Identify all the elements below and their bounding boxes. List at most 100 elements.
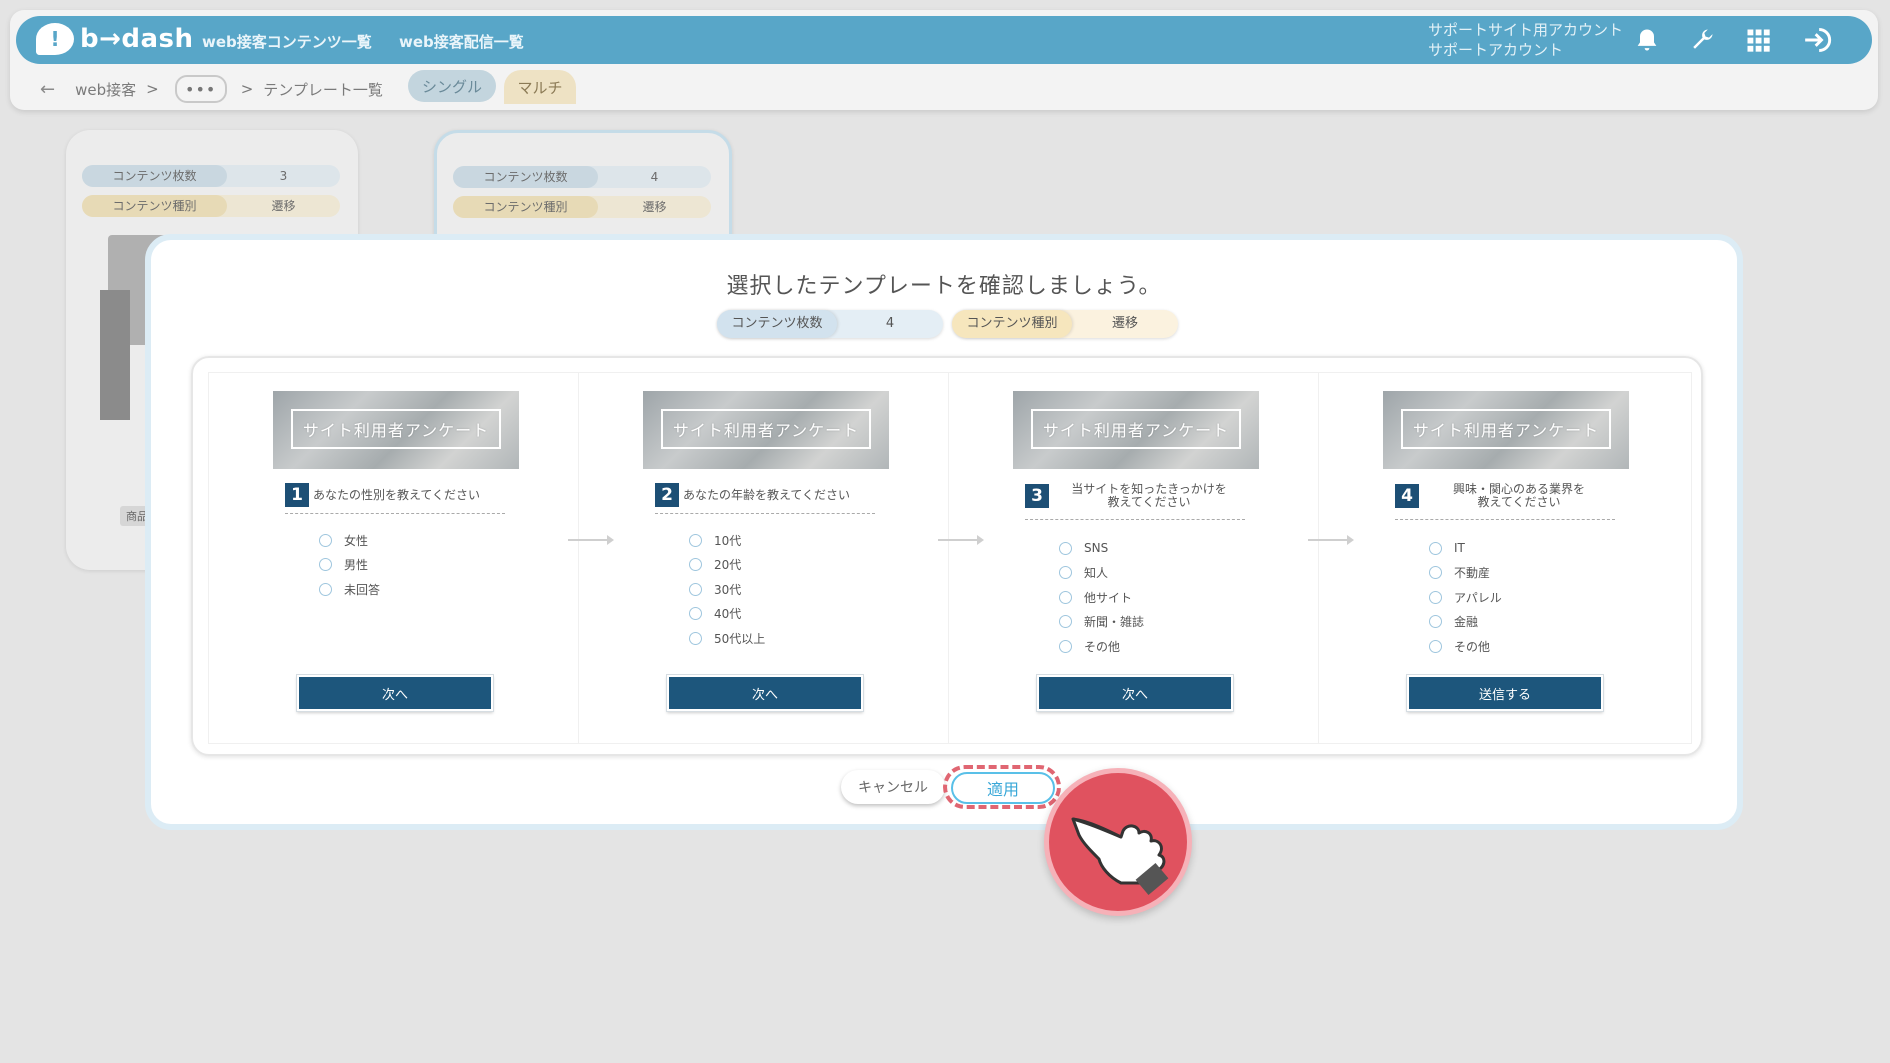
question-number: 1 [285,483,309,507]
radio-option[interactable]: 金融 [1429,610,1502,635]
grid-icon[interactable] [1744,26,1772,54]
account-line1: サポートサイト用アカウント [1428,21,1624,39]
card-type-row: コンテンツ種別 遷移 [453,196,711,218]
question-text-line2: 教えてください [1107,495,1191,509]
radio-option[interactable]: 不動産 [1429,561,1502,586]
preview-pages: サイト利用者アンケート 1 あなたの性別を教えてください 女性 男性 未回答 次… [208,372,1692,744]
question-text: あなたの性別を教えてください [313,487,481,502]
arrow-right-icon [568,535,614,545]
breadcrumb-separator: > [146,80,159,98]
option-label: その他 [1454,639,1491,654]
question-number: 3 [1025,484,1049,508]
arrow-right-icon [938,535,984,545]
radio-option[interactable]: IT [1429,536,1502,561]
preview-page-2: サイト利用者アンケート 2 あなたの年齢を教えてください 10代 20代 30代… [579,373,984,743]
option-label: 10代 [714,533,742,548]
option-list: 10代 20代 30代 40代 50代以上 [689,528,765,651]
breadcrumb: ← web接客 > ••• > テンプレート一覧 [40,75,383,103]
option-label: 金融 [1454,615,1479,630]
option-label: 新聞・雑誌 [1084,615,1145,630]
question-number: 2 [655,483,679,507]
submit-button[interactable]: 送信する [1407,675,1603,711]
radio-icon [689,558,702,572]
radio-icon [1429,590,1442,604]
logo-bubble-icon: ! [36,23,74,55]
account-line2: サポートアカウント [1428,41,1564,59]
nav-delivery-list[interactable]: web接客配信一覧 [399,31,524,52]
tab-single[interactable]: シングル [408,70,496,102]
card-count-value: 4 [650,170,659,184]
survey-banner: サイト利用者アンケート [273,391,519,469]
card-count-value: 3 [279,169,288,183]
radio-option[interactable]: その他 [1059,634,1144,659]
radio-option[interactable]: アパレル [1429,585,1502,610]
bell-icon[interactable] [1633,26,1661,54]
question-row: 1 あなたの性別を教えてください [285,483,505,507]
content-count-label: コンテンツ枚数 [717,310,837,338]
radio-option[interactable]: 20代 [689,553,765,578]
option-label: 知人 [1084,566,1109,581]
radio-icon [1429,639,1442,653]
radio-option[interactable]: 10代 [689,528,765,553]
template-confirm-modal: 選択したテンプレートを確認しましょう。 コンテンツ枚数 4 コンテンツ種別 遷移… [145,234,1743,830]
radio-option[interactable]: 男性 [319,553,380,578]
survey-banner: サイト利用者アンケート [1013,391,1259,469]
logo[interactable]: ! b→dash [36,23,194,55]
back-arrow-icon[interactable]: ← [40,79,55,100]
card-count-label: コンテンツ枚数 [82,165,227,187]
radio-option[interactable]: 他サイト [1059,585,1144,610]
radio-icon [1059,590,1072,604]
breadcrumb-item-web[interactable]: web接客 [75,79,136,100]
survey-banner-title: サイト利用者アンケート [1031,409,1241,449]
radio-option[interactable]: 40代 [689,602,765,627]
radio-icon [1059,541,1072,555]
radio-option[interactable]: 新聞・雑誌 [1059,610,1144,635]
radio-option[interactable]: 未回答 [319,577,380,602]
survey-banner-title: サイト利用者アンケート [1401,409,1611,449]
radio-icon [1059,615,1072,629]
card-type-row: コンテンツ種別 遷移 [82,195,340,217]
radio-option[interactable]: 30代 [689,577,765,602]
question-text: 当サイトを知ったきっかけを 教えてください [1053,483,1245,509]
radio-option[interactable]: 知人 [1059,561,1144,586]
tab-multi[interactable]: マルチ [504,70,576,104]
option-label: 未回答 [344,582,381,597]
radio-option[interactable]: SNS [1059,536,1144,561]
radio-icon [1059,639,1072,653]
question-row: 2 あなたの年齢を教えてください [655,483,875,507]
template-preview: サイト利用者アンケート 1 あなたの性別を教えてください 女性 男性 未回答 次… [191,356,1703,756]
next-button[interactable]: 次へ [667,675,863,711]
radio-icon [1059,566,1072,580]
card-type-label: コンテンツ種別 [453,196,598,218]
next-button[interactable]: 次へ [1037,675,1233,711]
option-list: 女性 男性 未回答 [319,528,380,602]
radio-option[interactable]: 女性 [319,528,380,553]
next-button[interactable]: 次へ [297,675,493,711]
option-label: 不動産 [1454,566,1491,581]
apply-button[interactable]: 適用 [951,772,1055,804]
survey-banner-title: サイト利用者アンケート [291,409,501,449]
radio-option[interactable]: 50代以上 [689,626,765,651]
question-divider [655,513,875,514]
content-count-pill: コンテンツ枚数 4 [717,310,943,338]
card-count-label: コンテンツ枚数 [453,166,598,188]
option-label: 女性 [344,533,369,548]
wrench-icon[interactable] [1688,26,1716,54]
logout-icon[interactable] [1802,26,1834,54]
nav-content-list[interactable]: web接客コンテンツ一覧 [202,31,372,52]
cancel-button[interactable]: キャンセル [841,770,945,804]
breadcrumb-ellipsis-button[interactable]: ••• [174,75,227,103]
option-list: SNS 知人 他サイト 新聞・雑誌 その他 [1059,536,1144,659]
option-label: 20代 [714,558,742,573]
content-count-value: 4 [885,316,895,331]
hand-glyph-icon [1071,817,1169,896]
radio-icon [689,631,702,645]
radio-option[interactable]: その他 [1429,634,1502,659]
question-divider [1025,519,1245,520]
top-header: ! b→dash web接客コンテンツ一覧 web接客配信一覧 サポートサイト用… [16,16,1872,64]
option-label: SNS [1084,541,1109,556]
card-type-value: 遷移 [271,199,296,213]
account-info[interactable]: サポートサイト用アカウント サポートアカウント [1428,20,1623,60]
arrow-right-icon [1308,535,1354,545]
question-row: 3 当サイトを知ったきっかけを 教えてください [1025,483,1245,509]
